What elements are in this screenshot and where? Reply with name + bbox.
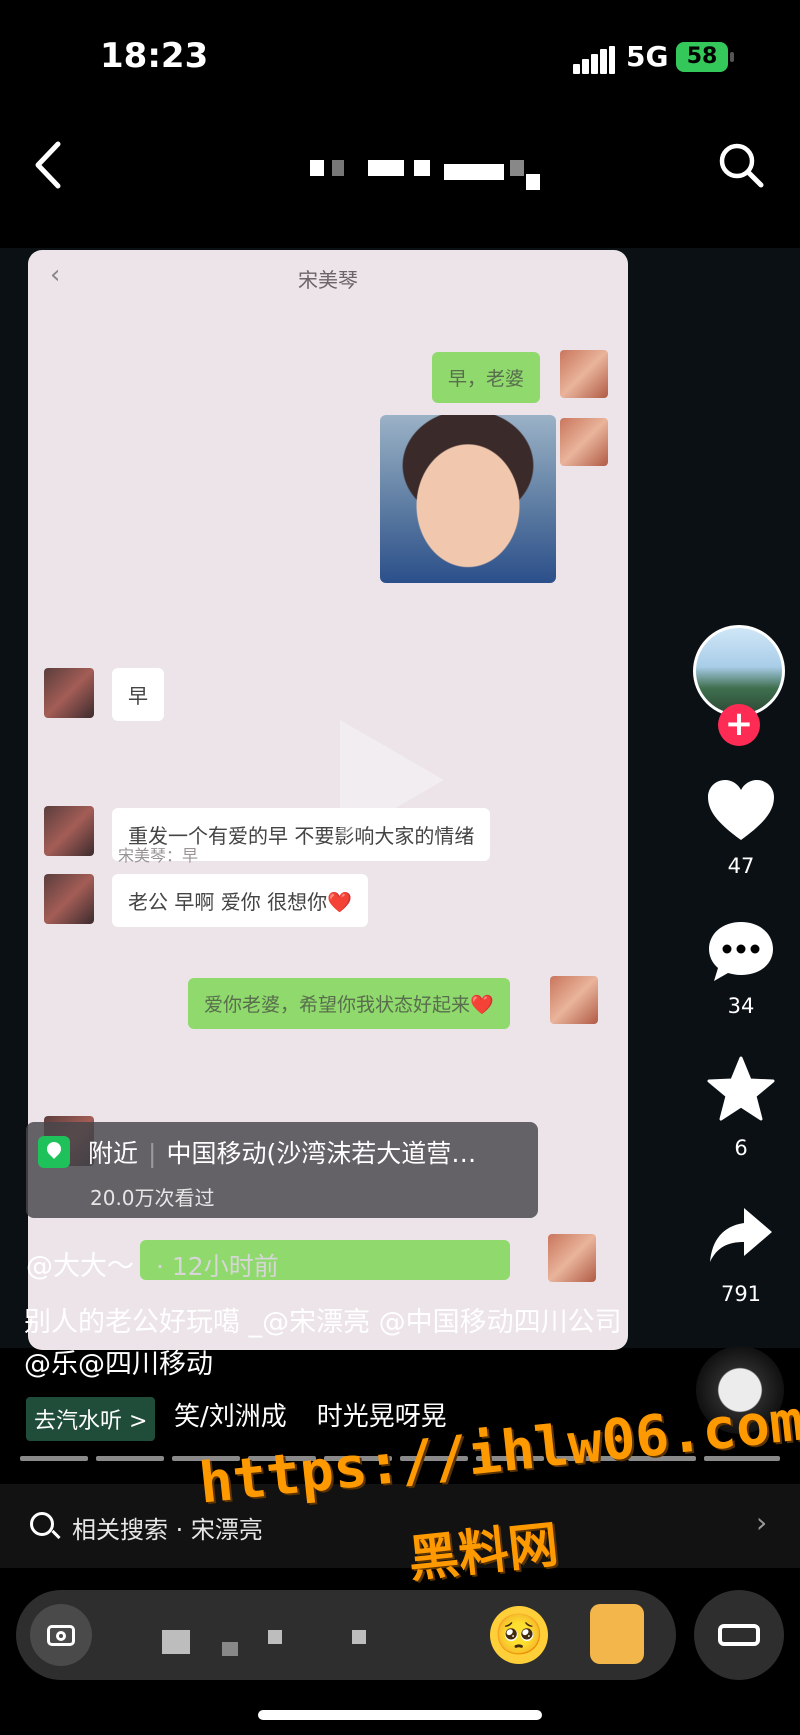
battery-icon: 58 [676,42,728,72]
location-line: 附近 | 中国移动(沙湾沫若大道营… [88,1139,477,1168]
music-app-tag[interactable]: 去汽水听 > [26,1397,156,1441]
location-tag: 附近 [88,1139,139,1168]
chat-photo [380,415,556,583]
chat-contact-name: 宋美琴 [298,268,358,292]
chat-timestamp: ​ [28,622,628,638]
chat-bubble: 早，老婆 [432,352,541,403]
comment-icon[interactable] [706,918,776,984]
favorite-count: 6 [734,1136,748,1160]
star-icon[interactable] [706,1056,776,1122]
chevron-right-icon: › [756,1506,768,1539]
redacted-text [222,1642,238,1656]
post-caption[interactable]: 别人的老公好玩噶 _@宋漂亮 @中国移动四川公司 @乐@四川移动 [24,1302,624,1386]
status-time: 18:23 [100,36,209,76]
play-icon[interactable] [340,720,444,840]
music-title: 笑/刘洲成 [174,1402,287,1432]
battery-tip [730,52,734,62]
signal-icon [573,46,615,74]
search-icon [30,1512,54,1536]
redacted-text [352,1630,366,1644]
avatar [550,976,598,1024]
share-icon[interactable] [706,1204,776,1270]
chevron-left-icon[interactable] [30,138,70,192]
share-count: 791 [720,1282,762,1306]
avatar [560,350,608,398]
related-search-bar[interactable]: 相关搜索 · 宋漂亮 › [0,1484,800,1568]
location-views: 20.0万次看过 [90,1186,215,1210]
chat-bubble: 早 [112,668,164,721]
comment-input[interactable]: 🥺 [16,1590,676,1680]
location-pin-icon [38,1136,70,1168]
comment-count: 34 [727,994,755,1018]
avatar [44,806,94,856]
watermark-text: 黑料网 [405,1515,562,1589]
related-search-label: 相关搜索 · 宋漂亮 [72,1516,263,1544]
avatar [560,418,608,466]
search-icon[interactable] [716,140,766,190]
like-count: 47 [727,854,755,878]
avatar [44,874,94,924]
chat-timestamp: ​ [28,762,628,778]
chat-quote: 宋美琴：早 [118,846,199,865]
avatar [44,668,94,718]
chat-bubble: 老公 早啊 爱你 很想你❤️ [112,874,368,927]
location-card[interactable]: 附近 | 中国移动(沙湾沫若大道营… 20.0万次看过 [26,1122,538,1218]
emoji-pleading-icon[interactable]: 🥺 [490,1606,548,1664]
chat-bubble: 爱你老婆，希望你我状态好起来❤️ [188,978,510,1029]
sofa-icon[interactable] [694,1590,784,1680]
post-time: · 12小时前 [156,1252,279,1281]
page-title-redacted [310,160,560,190]
redacted-text [162,1630,190,1654]
chat-timestamp: ​ [28,1066,628,1082]
sticker-icon[interactable] [590,1604,644,1664]
home-indicator [258,1710,542,1720]
network-label: 5G [626,40,669,73]
location-name: 中国移动(沙湾沫若大道营… [166,1139,477,1168]
redacted-text [268,1630,282,1644]
author-name[interactable]: @大大～ [26,1251,134,1282]
avatar [548,1234,596,1282]
follow-button[interactable]: + [718,704,760,746]
camera-icon[interactable] [30,1604,92,1666]
author-line: @大大～ · 12小时前 [26,1244,279,1283]
heart-icon[interactable] [706,778,776,844]
